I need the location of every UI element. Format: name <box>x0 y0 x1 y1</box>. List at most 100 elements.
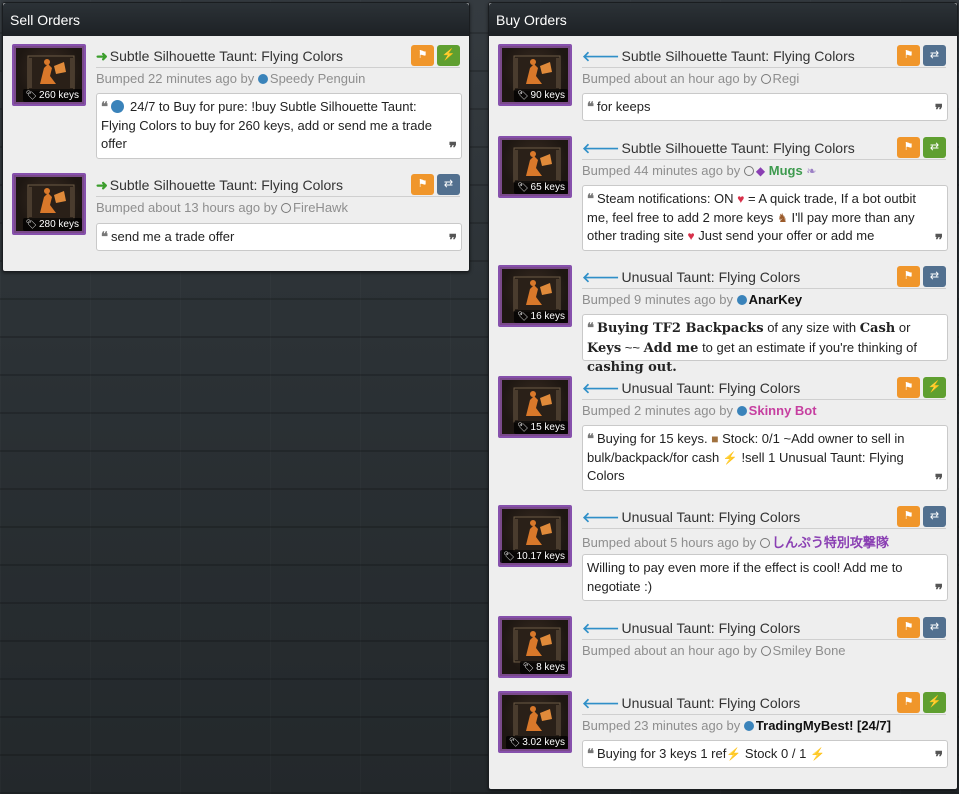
user-link[interactable]: TradingMyBest! [24/7] <box>756 718 891 733</box>
item-thumbnail[interactable]: 🏷 3.02 keys <box>498 691 572 753</box>
item-thumbnail[interactable]: 🏷 16 keys <box>498 265 572 327</box>
item-name-link[interactable]: Unusual Taunt: Flying Colors <box>622 620 801 636</box>
quote-open-icon: ❝ <box>101 229 108 244</box>
price-value: 280 keys <box>38 219 79 230</box>
item-thumbnail[interactable]: 🏷 8 keys <box>498 616 572 678</box>
item-title-row: 🡐 Unusual Taunt: Flying Colors ⚑ ⇄ <box>582 617 946 640</box>
report-flag-button[interactable]: ⚑ <box>897 692 920 713</box>
flag-icon: ⚑ <box>903 510 914 522</box>
flag-icon: ⚑ <box>903 141 914 153</box>
item-thumbnail[interactable]: 🏷 10.17 keys <box>498 505 572 567</box>
item-name-link[interactable]: Unusual Taunt: Flying Colors <box>622 695 801 711</box>
heart-emoji-icon: ♥ <box>737 192 745 206</box>
bump-time: Bumped 22 minutes ago by <box>96 71 255 86</box>
message-text: Keys <box>587 340 622 356</box>
trade-offer-button[interactable]: ⇄ <box>923 137 946 158</box>
listing-message: ❝ 24/7 to Buy for pure: !buy Subtle Silho… <box>96 93 462 159</box>
arrow-right-icon: ➜ <box>96 48 108 64</box>
instant-sell-button[interactable]: ⚡ <box>923 692 946 713</box>
user-link[interactable]: しんぷう特別攻撃隊 <box>772 535 889 550</box>
tag-icon: 🏷 <box>522 662 535 672</box>
price-value: 90 keys <box>530 90 565 101</box>
report-flag-button[interactable]: ⚑ <box>897 617 920 638</box>
user-link[interactable]: Regi <box>773 71 800 86</box>
taunt-film-icon <box>513 276 561 312</box>
user-link[interactable]: Speedy Penguin <box>270 71 365 86</box>
buy-orders-panel: Buy Orders 🏷 90 keys 🡐 Subtle Silhouette T… <box>488 2 958 790</box>
item-thumbnail[interactable]: 🏷 65 keys <box>498 136 572 198</box>
trade-offer-button[interactable]: ⇄ <box>923 506 946 527</box>
item-name-link[interactable]: Subtle Silhouette Taunt: Flying Colors <box>622 48 855 64</box>
trade-offer-button[interactable]: ⇄ <box>923 45 946 66</box>
item-title-row: ➜ Subtle Silhouette Taunt: Flying Colors … <box>96 45 460 68</box>
wing-emoji-icon: ❧ <box>806 164 817 178</box>
listing-message: ❝ send me a trade offer ❞ <box>96 223 462 251</box>
quote-close-icon: ❞ <box>934 231 943 249</box>
instant-sell-button[interactable]: ⚡ <box>923 377 946 398</box>
message-text: for keeps <box>597 99 651 114</box>
item-thumbnail[interactable]: 🏷 15 keys <box>498 376 572 438</box>
message-text: Steam notifications: ON <box>597 191 734 206</box>
taunt-film-icon <box>513 516 561 552</box>
item-thumbnail[interactable]: 🏷 90 keys <box>498 44 572 106</box>
sell-listing: 🏷 260 keys ➜ Subtle Silhouette Taunt: Flyi… <box>3 36 469 166</box>
instant-buy-button[interactable]: ⚡ <box>437 45 460 66</box>
user-link[interactable]: Skinny Bot <box>749 403 817 418</box>
user-link[interactable]: Smiley Bone <box>773 643 846 658</box>
item-name-link[interactable]: Subtle Silhouette Taunt: Flying Colors <box>110 177 343 193</box>
trade-offer-button[interactable]: ⇄ <box>923 617 946 638</box>
report-flag-button[interactable]: ⚑ <box>897 377 920 398</box>
bump-info: Bumped 22 minutes ago by Speedy Penguin <box>96 71 365 86</box>
item-name-link[interactable]: Unusual Taunt: Flying Colors <box>622 269 801 285</box>
eggplant-emoji-icon: ◆ <box>755 164 766 178</box>
bump-time: Bumped 23 minutes ago by <box>582 718 741 733</box>
bump-info: Bumped 9 minutes ago by AnarKey <box>582 292 802 307</box>
price-value: 8 keys <box>536 662 565 673</box>
arrow-left-icon: 🡐 <box>582 380 620 396</box>
swap-icon: ⇄ <box>929 141 940 153</box>
quote-close-icon: ❞ <box>934 581 943 599</box>
listing-message: ❝ Steam notifications: ON ♥ = A quick tra… <box>582 185 948 251</box>
sell-listing: 🏷 280 keys ➜ Subtle Silhouette Taunt: Flyi… <box>3 165 469 265</box>
message-text: Buying TF2 Backpacks <box>597 321 764 336</box>
report-flag-button[interactable]: ⚑ <box>411 174 434 195</box>
taunt-film-icon <box>513 387 561 423</box>
bump-info: Bumped about an hour ago by Regi <box>582 71 799 86</box>
trade-offer-button[interactable]: ⇄ <box>437 174 460 195</box>
item-name-link[interactable]: Subtle Silhouette Taunt: Flying Colors <box>110 48 343 64</box>
report-flag-button[interactable]: ⚑ <box>897 506 920 527</box>
flag-icon: ⚑ <box>903 621 914 633</box>
report-flag-button[interactable]: ⚑ <box>897 45 920 66</box>
buy-listing: 🏷 65 keys 🡐 Subtle Silhouette Taunt: Flyin… <box>489 128 957 258</box>
buy-orders-title: Buy Orders <box>489 3 957 36</box>
user-link[interactable]: FireHawk <box>293 200 348 215</box>
report-flag-button[interactable]: ⚑ <box>411 45 434 66</box>
quote-open-icon: ❝ <box>587 320 594 335</box>
price-badge: 🏷 280 keys <box>22 218 82 231</box>
price-badge: 🏷 90 keys <box>514 89 568 102</box>
user-link[interactable]: AnarKey <box>749 292 802 307</box>
message-text: Stock 0 / 1 <box>744 746 807 761</box>
bump-time: Bumped 2 minutes ago by <box>582 403 734 418</box>
item-thumbnail[interactable]: 🏷 280 keys <box>12 173 86 235</box>
report-flag-button[interactable]: ⚑ <box>897 266 920 287</box>
globe-emoji-icon <box>111 100 124 113</box>
item-name-link[interactable]: Subtle Silhouette Taunt: Flying Colors <box>622 140 855 156</box>
lightning-icon: ⚡ <box>927 381 942 393</box>
flag-icon: ⚑ <box>903 270 914 282</box>
online-status-icon <box>257 74 268 84</box>
sell-orders-title: Sell Orders <box>3 3 469 36</box>
quote-open-icon: ❝ <box>587 191 594 206</box>
message-text: of any size with <box>767 320 857 335</box>
message-text: Buying for 3 keys 1 ref <box>597 746 727 761</box>
price-value: 15 keys <box>530 422 565 433</box>
item-thumbnail[interactable]: 🏷 260 keys <box>12 44 86 106</box>
item-name-link[interactable]: Unusual Taunt: Flying Colors <box>622 509 801 525</box>
trade-offer-button[interactable]: ⇄ <box>923 266 946 287</box>
item-name-link[interactable]: Unusual Taunt: Flying Colors <box>622 380 801 396</box>
report-flag-button[interactable]: ⚑ <box>897 137 920 158</box>
price-value: 3.02 keys <box>522 737 565 748</box>
user-link[interactable]: Mugs <box>769 163 803 178</box>
price-value: 65 keys <box>530 182 565 193</box>
lightning-emoji-icon: ⚡ <box>726 747 742 761</box>
